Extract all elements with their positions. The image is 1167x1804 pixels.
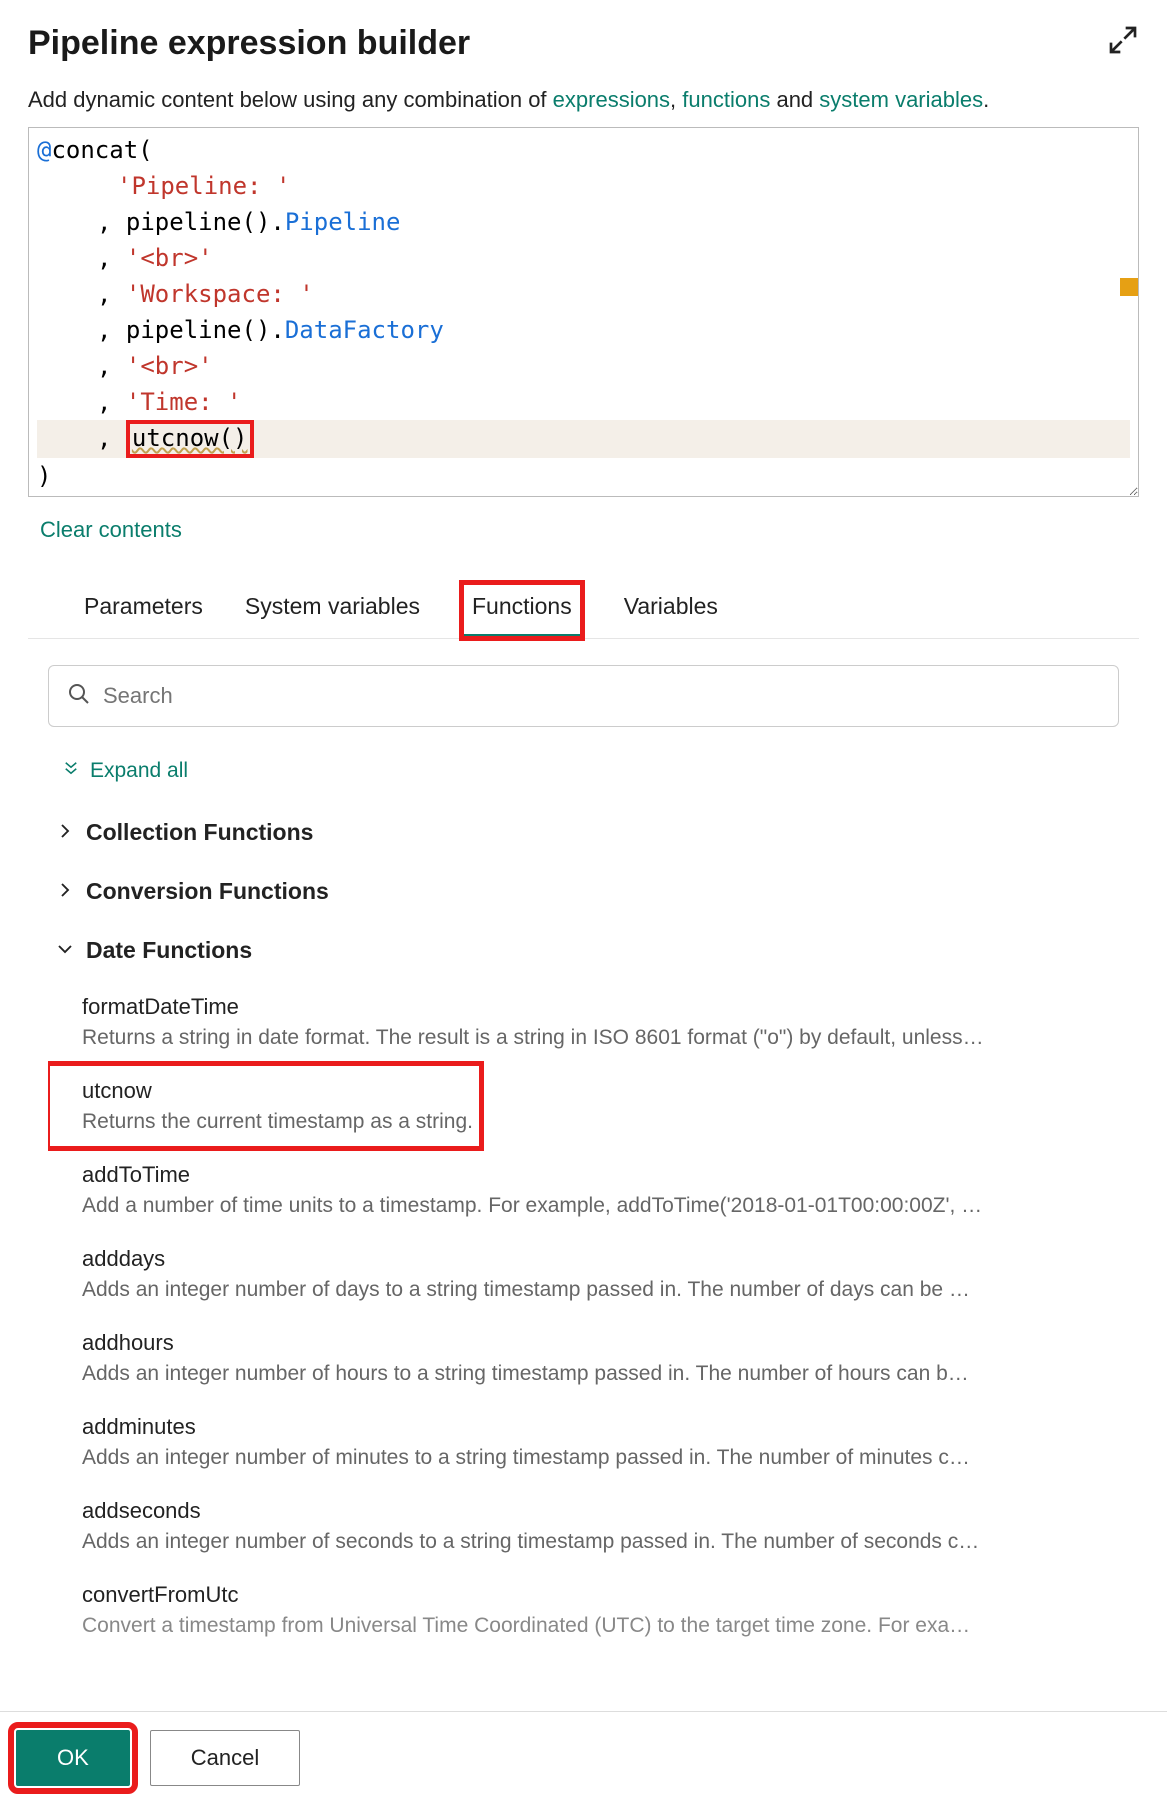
expand-all-link[interactable]: Expand all [62, 759, 1109, 783]
function-addminutes[interactable]: addminutes Adds an integer number of min… [48, 1400, 1109, 1484]
group-conversion-functions[interactable]: Conversion Functions [48, 862, 1109, 921]
function-addseconds[interactable]: addseconds Adds an integer number of sec… [48, 1484, 1109, 1568]
chevron-right-icon [56, 878, 74, 905]
tab-bar: Parameters System variables Functions Va… [28, 583, 1139, 639]
ok-button[interactable]: OK [16, 1730, 130, 1786]
footer: OK Cancel [0, 1711, 1167, 1804]
search-box[interactable] [48, 665, 1119, 727]
tab-variables[interactable]: Variables [624, 583, 718, 638]
expand-icon[interactable] [1107, 24, 1139, 56]
group-collection-functions[interactable]: Collection Functions [48, 803, 1109, 862]
function-addtotime[interactable]: addToTime Add a number of time units to … [48, 1148, 1109, 1232]
tab-system-variables[interactable]: System variables [245, 583, 420, 638]
function-convertfromutc[interactable]: convertFromUtc Convert a timestamp from … [48, 1568, 1109, 1652]
chevron-down-icon [56, 937, 74, 964]
link-functions[interactable]: functions [682, 87, 770, 112]
function-adddays[interactable]: adddays Adds an integer number of days t… [48, 1232, 1109, 1316]
search-input[interactable] [103, 683, 1100, 709]
cancel-button[interactable]: Cancel [150, 1730, 300, 1786]
link-expressions[interactable]: expressions [553, 87, 670, 112]
link-system-variables[interactable]: system variables [819, 87, 983, 112]
tab-parameters[interactable]: Parameters [84, 583, 203, 638]
hint-text: Add dynamic content below using any comb… [28, 87, 1139, 113]
page-title: Pipeline expression builder [28, 24, 470, 63]
expression-editor[interactable]: @concat( 'Pipeline: ' , pipeline().Pipel… [28, 127, 1139, 497]
search-icon [67, 682, 91, 711]
function-utcnow[interactable]: utcnow Returns the current timestamp as … [48, 1064, 481, 1148]
tab-functions[interactable]: Functions [462, 583, 582, 638]
editor-marker [1120, 278, 1138, 296]
group-date-functions[interactable]: Date Functions [48, 921, 1109, 980]
function-formatdatetime[interactable]: formatDateTime Returns a string in date … [48, 980, 1109, 1064]
chevron-right-icon [56, 819, 74, 846]
clear-contents-link[interactable]: Clear contents [40, 517, 182, 543]
double-chevron-down-icon [62, 759, 80, 783]
function-addhours[interactable]: addhours Adds an integer number of hours… [48, 1316, 1109, 1400]
